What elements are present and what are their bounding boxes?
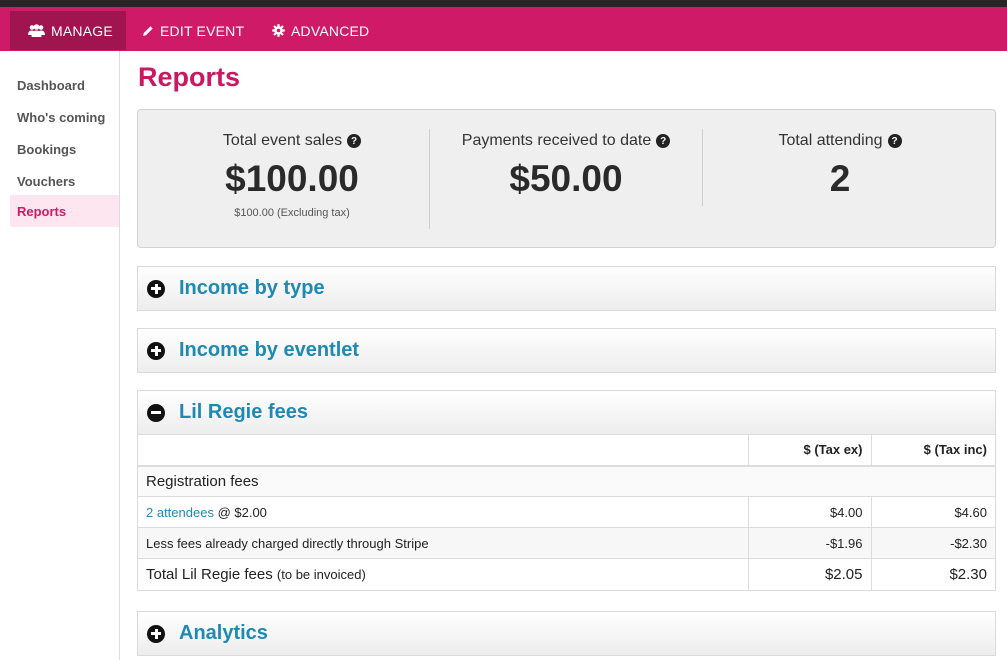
- sidebar-item-label: Vouchers: [17, 173, 76, 189]
- summary-box: Total event sales? $100.00 $100.00 (Excl…: [137, 109, 996, 248]
- cell-tax-inc: $4.60: [870, 496, 995, 528]
- total-label: Total Lil Regie fees: [146, 565, 273, 583]
- stat-attending: Total attending? 2: [703, 110, 977, 249]
- cell-tax-ex: -$1.96: [747, 527, 871, 559]
- tab-advanced[interactable]: ADVANCED: [272, 11, 369, 50]
- column-header: [138, 434, 749, 467]
- row-label: Total Lil Regie fees (to be invoiced): [138, 558, 748, 590]
- tab-edit-event[interactable]: EDIT EVENT: [142, 11, 244, 50]
- sidebar-item-reports[interactable]: Reports: [10, 195, 119, 227]
- stat-value: 2: [829, 158, 851, 199]
- help-icon[interactable]: ?: [656, 134, 671, 148]
- sidebar-item-label: Reports: [17, 203, 67, 219]
- cell-tax-ex: $2.05: [747, 558, 871, 590]
- row-label: 2 attendees @ $2.00: [138, 496, 748, 528]
- attendee-rate: @ $2.00: [213, 504, 267, 520]
- top-nav: MANAGE EDIT EVENT ADVANCED: [0, 7, 1007, 51]
- cell-tax-ex: $4.00: [747, 496, 871, 528]
- table-row: Less fees already charged directly throu…: [138, 527, 995, 559]
- panel-lil-regie-fees: Lil Regie fees $ (Tax ex) $ (Tax inc) Re…: [137, 390, 996, 591]
- panel-header[interactable]: Analytics: [138, 612, 995, 655]
- panel-analytics: Analytics: [137, 611, 996, 656]
- sidebar-item-label: Dashboard: [17, 77, 85, 93]
- help-icon[interactable]: ?: [347, 134, 362, 148]
- panel-income-by-type: Income by type: [137, 266, 996, 311]
- stat-value: $50.00: [509, 158, 623, 199]
- sidebar-item-dashboard[interactable]: Dashboard: [10, 69, 119, 101]
- table-row: 2 attendees @ $2.00 $4.00 $4.60: [138, 496, 995, 528]
- panel-header[interactable]: Lil Regie fees: [138, 391, 995, 434]
- panel-income-by-eventlet: Income by eventlet: [137, 328, 996, 373]
- table-total-row: Total Lil Regie fees (to be invoiced) $2…: [138, 558, 995, 590]
- panel-title: Income by type: [179, 277, 325, 299]
- gear-icon: [272, 24, 285, 37]
- group-label: Registration fees: [138, 465, 995, 497]
- sidebar-item-label: Who's coming: [17, 109, 106, 125]
- stat-total-sales: Total event sales? $100.00 $100.00 (Excl…: [150, 110, 434, 249]
- panel-header[interactable]: Income by eventlet: [138, 329, 995, 372]
- sidebar-item-bookings[interactable]: Bookings: [10, 133, 119, 165]
- pencil-icon: [143, 25, 153, 36]
- top-strip: [0, 0, 1007, 7]
- expand-icon[interactable]: [147, 279, 165, 298]
- page-title: Reports: [138, 62, 241, 92]
- tab-edit-event-label: EDIT EVENT: [160, 22, 245, 39]
- tab-manage-label: MANAGE: [51, 22, 113, 39]
- stat-subtext: $100.00 (Excluding tax): [234, 207, 350, 219]
- row-label: Less fees already charged directly throu…: [138, 527, 748, 559]
- collapse-icon[interactable]: [147, 403, 165, 422]
- users-icon: [28, 24, 45, 37]
- table-group-row: Registration fees: [138, 465, 995, 497]
- total-note: (to be invoiced): [276, 566, 366, 582]
- panel-header[interactable]: Income by type: [138, 267, 995, 310]
- panel-title: Analytics: [179, 622, 268, 644]
- sidebar-item-label: Bookings: [17, 141, 77, 157]
- stat-label: Payments received to date: [461, 132, 652, 149]
- fees-table: $ (Tax ex) $ (Tax inc) Registration fees…: [138, 434, 995, 590]
- attendees-link[interactable]: 2 attendees: [146, 505, 214, 520]
- expand-icon[interactable]: [147, 624, 165, 643]
- expand-icon[interactable]: [147, 341, 165, 360]
- tab-advanced-label: ADVANCED: [291, 22, 370, 39]
- help-icon[interactable]: ?: [887, 134, 902, 148]
- cell-tax-inc: $2.30: [870, 558, 995, 590]
- panel-title: Income by eventlet: [179, 339, 360, 361]
- stat-payments: Payments received to date? $50.00: [430, 110, 702, 249]
- table-header-row: $ (Tax ex) $ (Tax inc): [138, 434, 995, 467]
- column-header: $ (Tax inc): [871, 434, 995, 467]
- panel-title: Lil Regie fees: [179, 401, 308, 423]
- sidebar-item-vouchers[interactable]: Vouchers: [10, 165, 119, 197]
- column-header: $ (Tax ex): [748, 434, 872, 467]
- stat-label: Total event sales: [222, 132, 343, 149]
- sidebar: Dashboard Who's coming Bookings Vouchers…: [0, 51, 120, 660]
- sidebar-item-whos-coming[interactable]: Who's coming: [10, 101, 119, 133]
- tab-manage[interactable]: MANAGE: [10, 11, 126, 50]
- cell-tax-inc: -$2.30: [870, 527, 995, 559]
- stat-value: $100.00: [225, 158, 359, 199]
- stat-label: Total attending: [778, 132, 883, 149]
